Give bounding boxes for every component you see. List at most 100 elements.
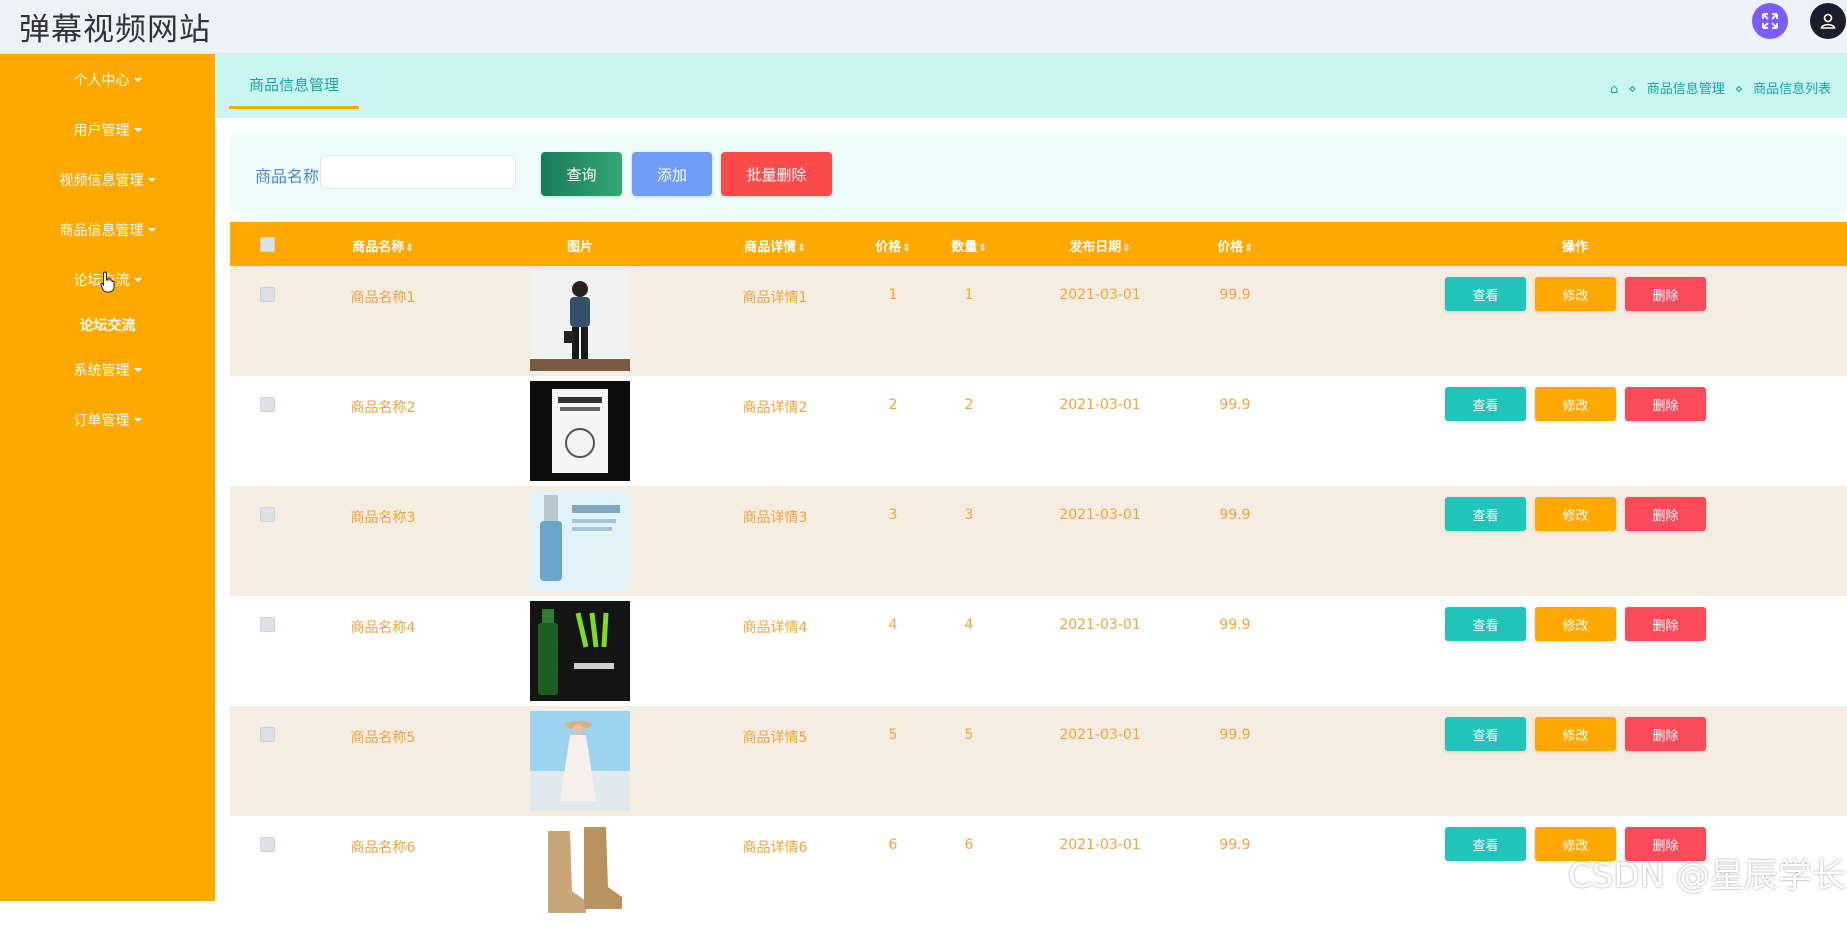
column-header-quantity[interactable]: 数量⇕ xyxy=(951,236,986,255)
sidebar-item-video-management[interactable]: 视频信息管理 xyxy=(0,170,215,190)
edit-button[interactable]: 修改 xyxy=(1535,277,1616,311)
cell-date: 2021-03-01 xyxy=(1059,397,1141,413)
row-checkbox[interactable] xyxy=(260,837,275,852)
column-header-price[interactable]: 价格⇕ xyxy=(875,236,910,255)
sidebar-item-label: 视频信息管理 xyxy=(59,173,144,189)
delete-button[interactable]: 删除 xyxy=(1625,717,1706,751)
serum-bottle-icon xyxy=(530,491,630,591)
row-checkbox[interactable] xyxy=(260,617,275,632)
boots-icon xyxy=(530,821,630,921)
sidebar-item-order-management[interactable]: 订单管理 xyxy=(0,410,215,430)
product-image[interactable] xyxy=(530,381,630,481)
product-image[interactable] xyxy=(530,711,630,811)
energy-drink-icon xyxy=(530,601,630,701)
cell-name: 商品名称2 xyxy=(350,400,416,416)
chevron-down-icon xyxy=(133,78,142,82)
cell-name: 商品名称5 xyxy=(350,730,416,746)
submenu-item-forum[interactable]: 论坛交流 xyxy=(0,315,215,335)
sort-icon: ⇕ xyxy=(902,243,911,254)
view-button[interactable]: 查看 xyxy=(1445,497,1526,531)
cell-quantity: 2 xyxy=(964,397,974,413)
cell-price: 2 xyxy=(888,397,898,413)
sidebar-item-user-management[interactable]: 用户管理 xyxy=(0,120,215,140)
column-header-price-2[interactable]: 价格⇕ xyxy=(1217,236,1252,255)
chevron-down-icon xyxy=(133,128,142,132)
sort-icon: ⇕ xyxy=(1122,243,1131,254)
table-row: 商品名称4 商品详情4 4 4 2021-03-01 99.9 查看 修改 删除 xyxy=(230,596,1847,706)
sidebar-item-label: 商品信息管理 xyxy=(59,223,144,239)
batch-delete-button[interactable]: 批量删除 xyxy=(721,152,832,196)
fullscreen-icon xyxy=(1762,13,1778,29)
cell-price-2: 99.9 xyxy=(1219,837,1251,853)
table-row: 商品名称2 商品详情2 2 2 2021-03-01 99.9 查看 修改 删除 xyxy=(230,376,1847,486)
cell-quantity: 3 xyxy=(964,507,974,523)
product-image[interactable] xyxy=(530,821,630,921)
search-bar: 商品名称 查询 添加 批量删除 xyxy=(230,133,1847,213)
tab-product-management[interactable]: 商品信息管理 xyxy=(229,76,359,109)
submenu-item-label: 论坛交流 xyxy=(79,318,136,334)
row-checkbox[interactable] xyxy=(260,397,275,412)
sort-icon: ⇕ xyxy=(405,243,414,254)
sidebar-item-label: 个人中心 xyxy=(73,73,130,89)
column-header-image: 图片 xyxy=(566,240,594,255)
product-image[interactable] xyxy=(530,491,630,591)
view-button[interactable]: 查看 xyxy=(1445,277,1526,311)
row-checkbox[interactable] xyxy=(260,727,275,742)
cell-date: 2021-03-01 xyxy=(1059,617,1141,633)
product-image[interactable] xyxy=(530,271,630,371)
breadcrumb-item: 商品信息列表 xyxy=(1753,82,1832,97)
search-input[interactable] xyxy=(320,155,516,189)
edit-button[interactable]: 修改 xyxy=(1535,387,1616,421)
chevron-down-icon xyxy=(133,418,142,422)
delete-button[interactable]: 删除 xyxy=(1625,607,1706,641)
sidebar-item-label: 系统管理 xyxy=(73,363,130,379)
view-button[interactable]: 查看 xyxy=(1445,607,1526,641)
beach-dress-icon xyxy=(530,711,630,811)
column-header-date[interactable]: 发布日期⇕ xyxy=(1069,236,1130,255)
delete-button[interactable]: 删除 xyxy=(1625,387,1706,421)
sidebar-item-product-management[interactable]: 商品信息管理 xyxy=(0,220,215,240)
cell-name: 商品名称6 xyxy=(350,840,416,856)
view-button[interactable]: 查看 xyxy=(1445,717,1526,751)
cell-detail: 商品详情6 xyxy=(742,840,808,856)
delete-button[interactable]: 删除 xyxy=(1625,497,1706,531)
add-button[interactable]: 添加 xyxy=(632,152,712,196)
cell-quantity: 5 xyxy=(964,727,974,743)
select-all-checkbox[interactable] xyxy=(260,237,275,252)
cell-name: 商品名称1 xyxy=(350,290,416,306)
cell-detail: 商品详情2 xyxy=(742,400,808,416)
row-checkbox[interactable] xyxy=(260,507,275,522)
view-button[interactable]: 查看 xyxy=(1445,827,1526,861)
sort-icon: ⇕ xyxy=(978,243,987,254)
delete-button[interactable]: 删除 xyxy=(1625,277,1706,311)
query-button[interactable]: 查询 xyxy=(541,152,622,196)
home-icon[interactable]: ⌂ xyxy=(1610,82,1618,97)
sidebar-item-system-management[interactable]: 系统管理 xyxy=(0,360,215,380)
book-cover-icon xyxy=(530,381,630,481)
column-header-detail[interactable]: 商品详情⇕ xyxy=(744,236,805,255)
watermark: CSDN @星辰学长 xyxy=(1568,856,1846,896)
user-button[interactable] xyxy=(1810,3,1846,39)
row-checkbox[interactable] xyxy=(260,287,275,302)
view-button[interactable]: 查看 xyxy=(1445,387,1526,421)
breadcrumb-item[interactable]: 商品信息管理 xyxy=(1647,82,1725,97)
edit-button[interactable]: 修改 xyxy=(1535,497,1616,531)
table-row: 商品名称5 商品详情5 5 5 2021-03-01 99.9 查看 修改 删除 xyxy=(230,706,1847,816)
cell-price: 5 xyxy=(888,727,898,743)
cell-price-2: 99.9 xyxy=(1219,727,1251,743)
cell-detail: 商品详情5 xyxy=(742,730,808,746)
cell-quantity: 4 xyxy=(964,617,974,633)
cell-price: 4 xyxy=(888,617,898,633)
site-title: 弹幕视频网站 xyxy=(19,12,211,48)
tab-bar: 商品信息管理 ⌂ ⋄ 商品信息管理 ⋄ 商品信息列表 xyxy=(215,54,1847,118)
edit-button[interactable]: 修改 xyxy=(1535,717,1616,751)
chevron-down-icon xyxy=(133,368,142,372)
sidebar-item-personal-center[interactable]: 个人中心 xyxy=(0,70,215,90)
fullscreen-button[interactable] xyxy=(1752,3,1788,39)
cell-detail: 商品详情1 xyxy=(742,290,808,306)
user-icon xyxy=(1820,13,1836,29)
edit-button[interactable]: 修改 xyxy=(1535,607,1616,641)
product-image[interactable] xyxy=(530,601,630,701)
column-header-name[interactable]: 商品名称⇕ xyxy=(352,236,413,255)
cell-date: 2021-03-01 xyxy=(1059,837,1141,853)
